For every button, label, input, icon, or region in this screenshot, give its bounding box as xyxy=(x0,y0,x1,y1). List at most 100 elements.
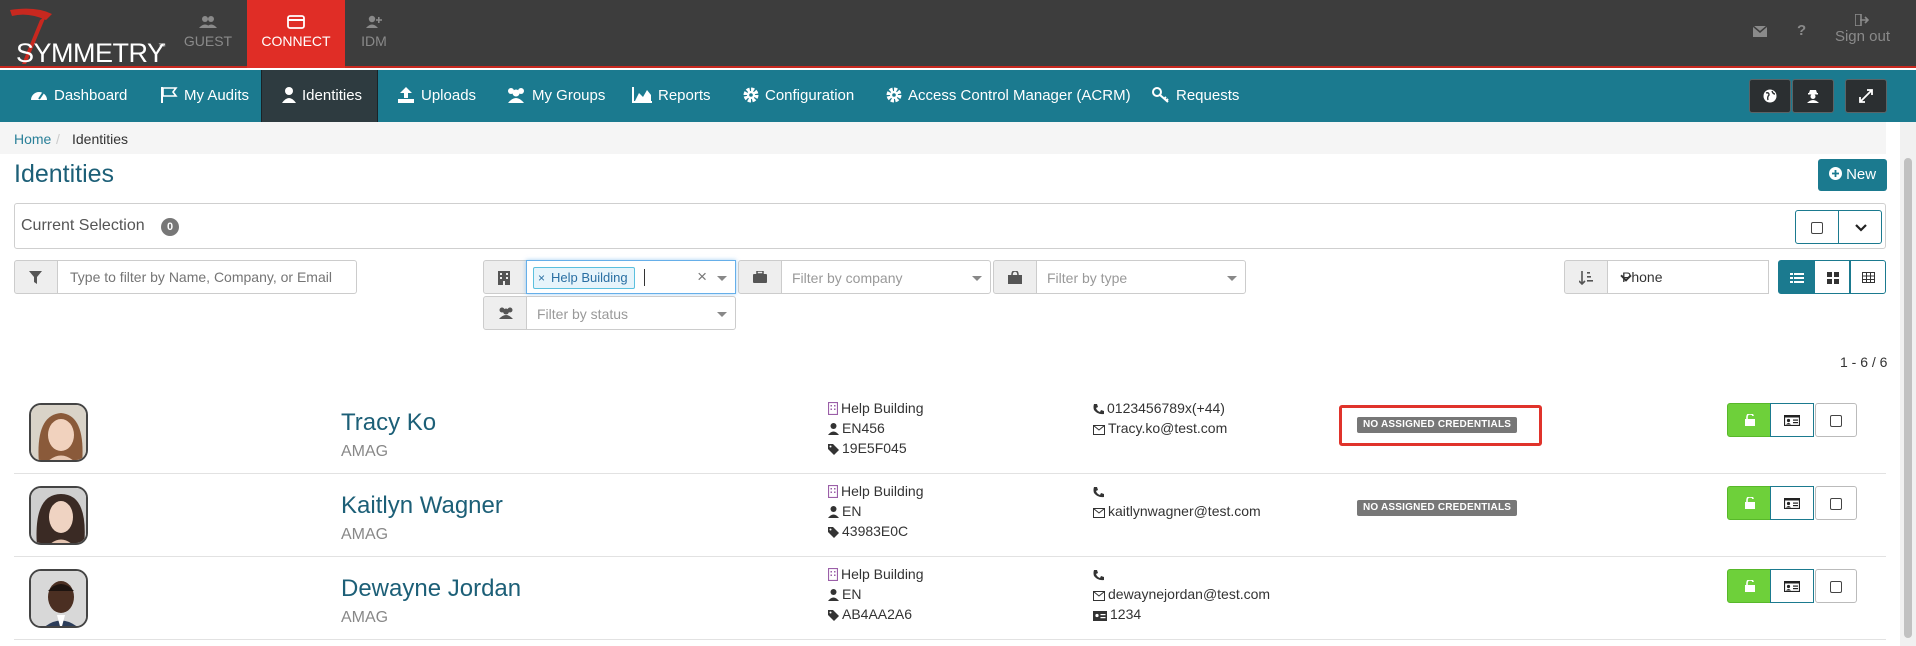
identity-company: AMAG xyxy=(341,609,389,626)
grid-icon xyxy=(1827,272,1839,284)
building-filter-select[interactable]: × Help Building × xyxy=(526,260,736,294)
building-tag-label: Help Building xyxy=(551,270,628,285)
company-filter-select[interactable]: Filter by company xyxy=(781,260,991,294)
nav-configuration[interactable]: Configuration xyxy=(743,70,854,122)
avatar-photo-icon xyxy=(31,571,86,626)
envelope-icon xyxy=(1093,425,1105,435)
nav-my-groups-label: My Groups xyxy=(532,87,606,104)
text-cursor xyxy=(644,269,645,286)
logo-text: SYMMETRY xyxy=(16,38,165,68)
scrollbar-thumb[interactable] xyxy=(1904,158,1912,638)
grid-view-button[interactable] xyxy=(1814,260,1850,294)
users-icon xyxy=(499,307,513,319)
table-row[interactable]: Tracy Ko AMAG Help Building EN456 19E5F0… xyxy=(14,391,1886,474)
status-badge: NO ASSIGNED CREDENTIALS xyxy=(1357,417,1518,433)
sign-out-button[interactable]: Sign out xyxy=(1835,14,1890,45)
unlock-button[interactable] xyxy=(1727,569,1771,603)
identity-code-text: EN xyxy=(842,503,862,519)
breadcrumb-home[interactable]: Home xyxy=(14,131,51,147)
id-card-button[interactable] xyxy=(1770,403,1814,437)
current-selection-panel: Current Selection 0 xyxy=(14,203,1886,249)
user-icon xyxy=(828,589,839,601)
table-row[interactable]: Dewayne Jordan AMAG Help Building EN AB4… xyxy=(14,557,1886,640)
avatar-photo-icon xyxy=(31,488,86,543)
table-icon xyxy=(1862,272,1875,283)
identity-name[interactable]: Dewayne Jordan xyxy=(341,575,521,603)
nav-uploads-label: Uploads xyxy=(421,87,477,104)
identity-tag-text: 19E5F045 xyxy=(842,440,907,456)
identity-tag: AB4AA2A6 xyxy=(828,606,912,622)
identity-building: Help Building xyxy=(827,483,924,499)
unlock-button[interactable] xyxy=(1727,403,1771,437)
identity-name[interactable]: Kaitlyn Wagner xyxy=(341,492,503,520)
name-filter-addon xyxy=(14,260,58,294)
user-icon xyxy=(282,87,296,103)
type-filter-select[interactable]: Filter by type xyxy=(1036,260,1246,294)
identity-company: AMAG xyxy=(341,443,389,460)
expand-icon xyxy=(1859,89,1873,103)
identity-email-text: Tracy.ko@test.com xyxy=(1108,420,1228,436)
flag-icon xyxy=(161,87,178,103)
select-all-checkbox-button[interactable] xyxy=(1795,210,1839,244)
identity-phone: 0123456789x(+44) xyxy=(1093,400,1225,416)
nav-dashboard[interactable]: Dashboard xyxy=(30,70,127,122)
symmetry-logo[interactable]: SYMMETRY ™ xyxy=(6,6,166,68)
name-filter-input[interactable] xyxy=(57,260,357,294)
nav-my-groups[interactable]: My Groups xyxy=(506,70,605,122)
key-icon xyxy=(1152,87,1169,103)
globe-button[interactable] xyxy=(1749,79,1791,113)
help-icon[interactable]: ? xyxy=(1797,22,1806,39)
identity-tag: 43983E0C xyxy=(828,523,908,539)
envelope-icon[interactable] xyxy=(1753,26,1767,37)
identity-code: EN xyxy=(828,503,861,519)
clear-icon[interactable]: × xyxy=(697,267,707,287)
pagination-summary: 1 - 6 / 6 xyxy=(1840,354,1888,370)
user-secret-button[interactable] xyxy=(1792,79,1834,113)
plus-circle-icon xyxy=(1828,167,1842,180)
envelope-icon xyxy=(1093,591,1105,601)
table-row[interactable]: Kaitlyn Wagner AMAG Help Building EN 439… xyxy=(14,474,1886,557)
users-icon xyxy=(508,88,524,103)
row-select-checkbox[interactable] xyxy=(1815,569,1857,603)
vertical-scrollbar[interactable] xyxy=(1900,122,1916,646)
status-badge: NO ASSIGNED CREDENTIALS xyxy=(1357,500,1518,516)
user-icon xyxy=(828,506,839,518)
identity-email-text: dewaynejordan@test.com xyxy=(1108,586,1271,602)
id-card-icon xyxy=(1784,498,1800,509)
id-card-button[interactable] xyxy=(1770,486,1814,520)
nav-configuration-label: Configuration xyxy=(765,87,855,104)
nav-reports[interactable]: Reports xyxy=(632,70,711,122)
status-filter-select[interactable]: Filter by status xyxy=(526,296,736,330)
row-select-checkbox[interactable] xyxy=(1815,486,1857,520)
list-view-button[interactable] xyxy=(1778,260,1814,294)
unlock-button[interactable] xyxy=(1727,486,1771,520)
shopping-bag-icon xyxy=(1008,271,1022,284)
nav-reports-label: Reports xyxy=(658,87,711,104)
sort-select[interactable]: Phone xyxy=(1607,260,1769,294)
nav-identities[interactable]: Identities xyxy=(261,70,378,122)
caret-down-icon xyxy=(972,276,982,281)
unlock-icon xyxy=(1745,580,1755,592)
nav-my-audits[interactable]: My Audits xyxy=(160,70,249,122)
building-icon xyxy=(827,567,839,582)
fullscreen-button[interactable] xyxy=(1845,79,1887,113)
unlock-icon xyxy=(1745,414,1755,426)
new-identity-button[interactable]: New xyxy=(1818,159,1887,191)
checkbox-icon xyxy=(1830,581,1842,593)
nav-requests[interactable]: Requests xyxy=(1152,70,1239,122)
row-select-checkbox[interactable] xyxy=(1815,403,1857,437)
building-filter-addon xyxy=(483,260,527,294)
identity-name[interactable]: Tracy Ko xyxy=(341,409,436,437)
identity-phone-text: 0123456789x(+44) xyxy=(1107,400,1225,416)
nav-acrm[interactable]: Access Control Manager (ACRM) xyxy=(886,70,1131,122)
topnav-idm[interactable]: IDM xyxy=(325,0,423,68)
id-card-button[interactable] xyxy=(1770,569,1814,603)
sign-out-label: Sign out xyxy=(1834,28,1890,45)
topnav-guest[interactable]: GUEST xyxy=(159,0,257,68)
tag-remove-icon[interactable]: × xyxy=(538,271,545,285)
status-filter-addon xyxy=(483,296,527,330)
nav-uploads[interactable]: Uploads xyxy=(397,70,476,122)
tag-icon xyxy=(828,444,839,455)
table-view-button[interactable] xyxy=(1850,260,1886,294)
selection-expand-button[interactable] xyxy=(1838,210,1882,244)
